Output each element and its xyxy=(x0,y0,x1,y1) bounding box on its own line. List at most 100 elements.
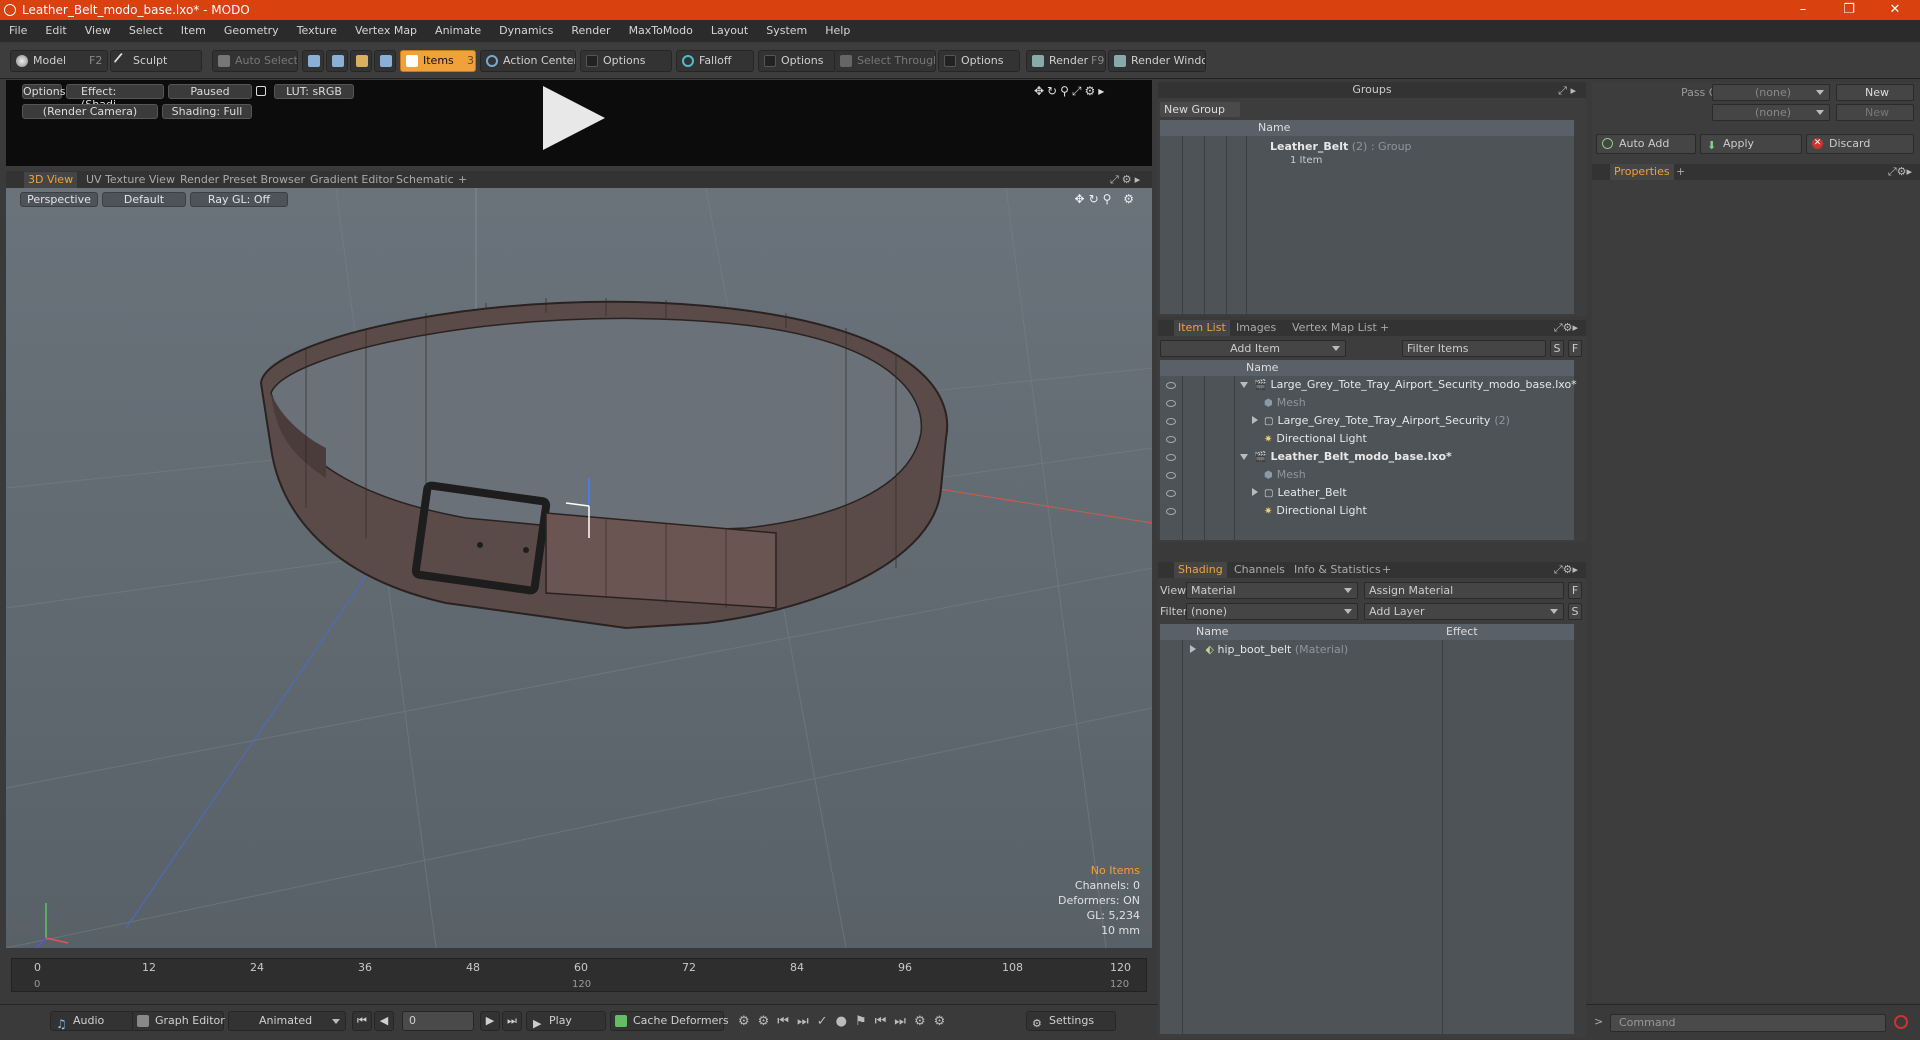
graph-editor-button[interactable]: Graph Editor xyxy=(132,1011,225,1031)
action-center-options-button[interactable]: Options xyxy=(580,50,672,72)
item-list-row[interactable]: ▢ Leather_Belt xyxy=(1252,484,1347,502)
command-input[interactable]: Command xyxy=(1610,1014,1886,1032)
tab-properties[interactable]: Properties xyxy=(1610,164,1674,180)
panel-controls-icon[interactable]: ⤢⚙▸ xyxy=(1554,321,1578,335)
menu-texture[interactable]: Texture xyxy=(288,20,346,42)
item-list-row[interactable]: 🎬 Leather_Belt_modo_base.lxo* xyxy=(1240,448,1452,466)
filter-s-button[interactable]: S xyxy=(1550,340,1564,357)
lock-icon[interactable] xyxy=(256,86,266,96)
pass-groups-new-button[interactable]: New xyxy=(1836,84,1914,101)
sculpt-mode-button[interactable]: Sculpt xyxy=(110,50,202,72)
shading-style-dropdown[interactable]: Default xyxy=(102,192,186,207)
polygons-mode-button[interactable] xyxy=(350,50,372,72)
item-list-row[interactable]: 🎬 Large_Grey_Tote_Tray_Airport_Security_m… xyxy=(1240,376,1577,394)
3d-viewport[interactable]: Perspective Default Ray GL: Off ✥↻⚲ ⚙ No… xyxy=(6,188,1152,948)
menu-render[interactable]: Render xyxy=(562,20,619,42)
play-button[interactable]: ▶ Play xyxy=(526,1011,606,1031)
settings-button[interactable]: ⚙ Settings xyxy=(1026,1011,1116,1031)
item-list-row[interactable]: ✷ Directional Light xyxy=(1252,430,1367,448)
tab-info-statistics[interactable]: Info & Statistics xyxy=(1290,562,1385,578)
visibility-eye-icon[interactable] xyxy=(1166,436,1176,443)
tab-images[interactable]: Images xyxy=(1232,320,1280,336)
perspective-dropdown[interactable]: Perspective xyxy=(20,192,98,207)
view-dropdown[interactable]: Material xyxy=(1186,582,1358,599)
item-list-row[interactable]: ▢ Large_Grey_Tote_Tray_Airport_Security (2… xyxy=(1252,412,1510,430)
tab-vertex-map-list[interactable]: Vertex Map List xyxy=(1288,320,1381,336)
add-tab-button[interactable]: + xyxy=(1376,320,1393,336)
expand-arrow-icon[interactable] xyxy=(1252,488,1258,496)
panel-controls-icon[interactable]: ⤢⚙▸ xyxy=(1110,173,1143,187)
item-list-row[interactable]: ⬢ Mesh xyxy=(1252,466,1306,484)
filter-f-button[interactable]: F xyxy=(1568,340,1582,357)
go-to-end-button[interactable]: ⏭ xyxy=(502,1011,522,1031)
frame-input[interactable]: 0 xyxy=(402,1011,474,1031)
filter-items-input[interactable]: Filter Items xyxy=(1402,340,1546,357)
panel-controls-icon[interactable]: ⤢⚙▸ xyxy=(1888,165,1912,179)
falloff-options-button[interactable]: Options xyxy=(758,50,836,72)
passes-new-button[interactable]: New xyxy=(1836,104,1914,121)
apply-button[interactable]: ⬇ Apply xyxy=(1700,134,1802,154)
falloff-button[interactable]: Falloff xyxy=(676,50,754,72)
tab-3d-view[interactable]: 3D View xyxy=(24,172,78,188)
menu-vertex-map[interactable]: Vertex Map xyxy=(346,20,426,42)
tab-shading[interactable]: Shading xyxy=(1174,562,1227,578)
add-item-dropdown[interactable]: Add Item xyxy=(1160,340,1346,357)
select-through-options-button[interactable]: Options xyxy=(938,50,1020,72)
visibility-eye-icon[interactable] xyxy=(1166,508,1176,515)
auto-select-button[interactable]: Auto Select xyxy=(212,50,298,72)
keyframe-tools-icons[interactable]: ⚙⚙⏮⏭✓●⚑⏮⏭⚙⚙ xyxy=(738,1014,953,1029)
collapse-arrow-icon[interactable] xyxy=(1240,454,1248,460)
visibility-eye-icon[interactable] xyxy=(1166,454,1176,461)
timeline-ruler[interactable]: 0 12 24 36 48 60 72 84 96 108 120 0 120 … xyxy=(11,958,1147,992)
add-tab-button[interactable]: + xyxy=(454,172,471,188)
visibility-eye-icon[interactable] xyxy=(1166,490,1176,497)
materials-mode-button[interactable] xyxy=(374,50,396,72)
filter-dropdown[interactable]: (none) xyxy=(1186,603,1358,620)
cache-deformers-button[interactable]: Cache Deformers xyxy=(610,1011,729,1031)
command-expand-icon[interactable]: > xyxy=(1594,1015,1603,1028)
minimize-button[interactable]: – xyxy=(1780,0,1826,20)
lut-dropdown[interactable]: LUT: sRGB xyxy=(274,84,354,99)
step-forward-button[interactable]: ▶ xyxy=(480,1011,500,1031)
tab-render-preset-browser[interactable]: Render Preset Browser xyxy=(176,172,309,188)
expand-arrow-icon[interactable] xyxy=(1190,645,1196,653)
menu-dynamics[interactable]: Dynamics xyxy=(490,20,562,42)
render-button[interactable]: Render F9 xyxy=(1026,50,1106,72)
raygl-toggle[interactable]: Ray GL: Off xyxy=(190,192,288,207)
menu-view[interactable]: View xyxy=(76,20,120,42)
step-back-button[interactable]: ◀ xyxy=(374,1011,394,1031)
tab-uv-texture-view[interactable]: UV Texture View xyxy=(82,172,179,188)
assign-material-button[interactable]: Assign Material xyxy=(1364,582,1564,599)
add-layer-dropdown[interactable]: Add Layer xyxy=(1364,603,1564,620)
menu-help[interactable]: Help xyxy=(816,20,859,42)
discard-button[interactable]: ✕ Discard xyxy=(1806,134,1914,154)
visibility-eye-icon[interactable] xyxy=(1166,418,1176,425)
menu-geometry[interactable]: Geometry xyxy=(215,20,288,42)
add-tab-button[interactable]: + xyxy=(1378,562,1395,578)
pass-groups-dropdown[interactable]: (none) xyxy=(1712,84,1830,101)
collapse-arrow-icon[interactable] xyxy=(1240,382,1248,388)
new-group-button[interactable]: New Group xyxy=(1160,102,1240,117)
shading-dropdown[interactable]: Shading: Full xyxy=(162,104,252,119)
add-tab-button[interactable]: + xyxy=(1672,164,1689,180)
render-window-button[interactable]: Render Window xyxy=(1108,50,1206,72)
material-row-hip-boot-belt[interactable]: ⬖ hip_boot_belt (Material) xyxy=(1190,641,1348,659)
shading-s-button[interactable]: S xyxy=(1568,603,1582,620)
menu-edit[interactable]: Edit xyxy=(36,20,75,42)
audio-button[interactable]: ♫ Audio xyxy=(50,1011,134,1031)
menu-maxtomodo[interactable]: MaxToModo xyxy=(620,20,702,42)
viewport-nav-icons[interactable]: ✥↻⚲ ⚙ xyxy=(1075,192,1138,206)
visibility-eye-icon[interactable] xyxy=(1166,400,1176,407)
item-list-row[interactable]: ✷ Directional Light xyxy=(1252,502,1367,520)
close-button[interactable]: ✕ xyxy=(1872,0,1918,20)
preview-nav-icons[interactable]: ✥↻⚲⤢⚙▸ xyxy=(1034,84,1107,99)
auto-add-button[interactable]: Auto Add xyxy=(1596,134,1696,154)
restore-button[interactable]: ❐ xyxy=(1826,0,1872,20)
menu-item[interactable]: Item xyxy=(172,20,215,42)
select-through-button[interactable]: Select Through xyxy=(834,50,936,72)
groups-expand-icon[interactable]: ⤢ ▸ xyxy=(1558,84,1576,98)
menu-file[interactable]: File xyxy=(0,20,36,42)
expand-arrow-icon[interactable] xyxy=(1252,416,1258,424)
visibility-eye-icon[interactable] xyxy=(1166,382,1176,389)
preview-paused-button[interactable]: Paused xyxy=(168,84,252,99)
